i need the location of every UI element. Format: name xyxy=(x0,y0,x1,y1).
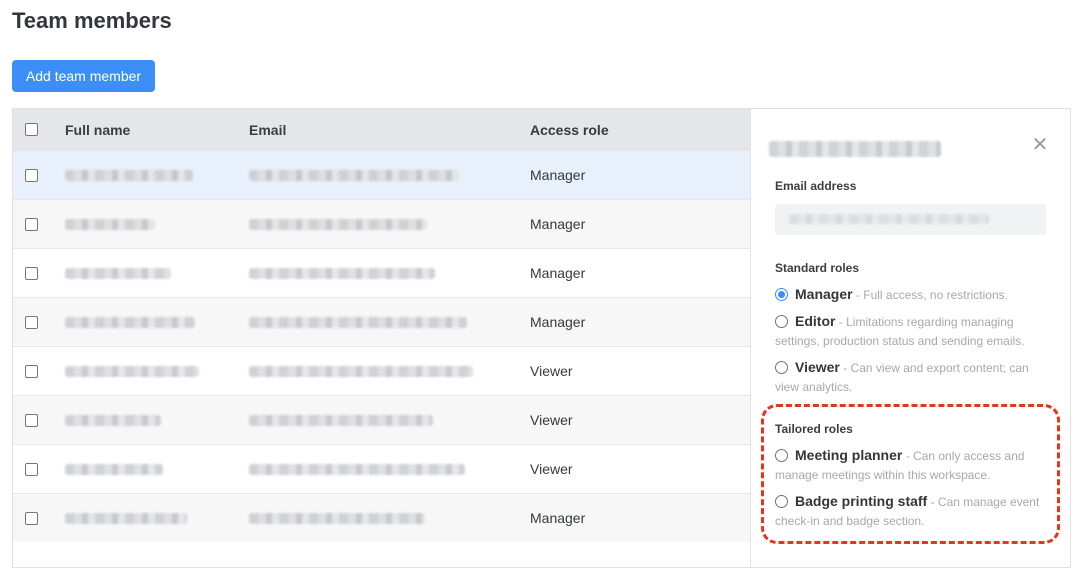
table-header: Full name Email Access role xyxy=(13,109,750,150)
redacted-name xyxy=(65,512,187,524)
redacted-email-value xyxy=(789,214,989,224)
redacted-email xyxy=(249,218,427,230)
page-title: Team members xyxy=(12,8,172,33)
redacted-email xyxy=(249,316,467,328)
role-name: Editor xyxy=(795,313,836,329)
row-checkbox[interactable] xyxy=(25,413,38,427)
row-checkbox[interactable] xyxy=(25,315,38,329)
role-description: - Full access, no restrictions. xyxy=(852,288,1008,302)
email-field[interactable] xyxy=(775,204,1046,235)
role-option-viewer[interactable]: Viewer - Can view and export content; ca… xyxy=(775,358,1050,397)
select-all-checkbox[interactable] xyxy=(25,123,38,136)
row-role: Viewer xyxy=(530,412,573,428)
redacted-name xyxy=(65,365,199,377)
role-option-manager[interactable]: Manager - Full access, no restrictions. xyxy=(775,285,1050,305)
redacted-name xyxy=(65,267,171,279)
row-checkbox[interactable] xyxy=(25,217,38,231)
members-table: Full name Email Access role Manager Mana… xyxy=(13,109,750,567)
row-role: Manager xyxy=(530,265,586,281)
add-team-member-button[interactable]: Add team member xyxy=(12,60,155,92)
redacted-member-name xyxy=(769,141,941,157)
role-option-editor[interactable]: Editor - Limitations regarding managing … xyxy=(775,312,1050,351)
row-role: Manager xyxy=(530,167,586,183)
redacted-email xyxy=(249,512,425,524)
table-row[interactable]: Manager xyxy=(13,199,750,248)
redacted-name xyxy=(65,316,195,328)
radio-button-selected[interactable] xyxy=(775,288,788,301)
redacted-name xyxy=(65,218,155,230)
redacted-email xyxy=(249,169,459,181)
role-name: Manager xyxy=(795,286,853,302)
radio-button[interactable] xyxy=(775,361,788,374)
table-row[interactable]: Manager xyxy=(13,150,750,199)
row-role: Manager xyxy=(530,510,586,526)
table-row[interactable]: Manager xyxy=(13,493,750,542)
redacted-email xyxy=(249,463,465,475)
tailored-roles-highlight xyxy=(761,404,1060,544)
redacted-email xyxy=(249,414,433,426)
column-header-name[interactable]: Full name xyxy=(65,109,130,150)
column-header-role[interactable]: Access role xyxy=(530,109,609,150)
redacted-name xyxy=(65,414,161,426)
row-checkbox[interactable] xyxy=(25,364,38,378)
table-row[interactable]: Manager xyxy=(13,297,750,346)
table-row[interactable]: Viewer xyxy=(13,395,750,444)
radio-button[interactable] xyxy=(775,315,788,328)
email-address-label: Email address xyxy=(775,179,857,193)
redacted-name xyxy=(65,169,193,181)
row-role: Viewer xyxy=(530,363,573,379)
row-checkbox[interactable] xyxy=(25,462,38,476)
redacted-email xyxy=(249,267,435,279)
row-role: Manager xyxy=(530,216,586,232)
table-row[interactable]: Viewer xyxy=(13,346,750,395)
row-role: Viewer xyxy=(530,461,573,477)
standard-roles-label: Standard roles xyxy=(775,261,860,275)
column-header-email[interactable]: Email xyxy=(249,109,286,150)
table-row[interactable]: Manager xyxy=(13,248,750,297)
table-row[interactable]: Viewer xyxy=(13,444,750,493)
redacted-email xyxy=(249,365,473,377)
row-checkbox[interactable] xyxy=(25,266,38,280)
redacted-name xyxy=(65,463,163,475)
close-icon[interactable]: ✕ xyxy=(1030,135,1050,155)
role-name: Viewer xyxy=(795,359,840,375)
row-checkbox[interactable] xyxy=(25,168,38,182)
row-checkbox[interactable] xyxy=(25,511,38,525)
row-role: Manager xyxy=(530,314,586,330)
